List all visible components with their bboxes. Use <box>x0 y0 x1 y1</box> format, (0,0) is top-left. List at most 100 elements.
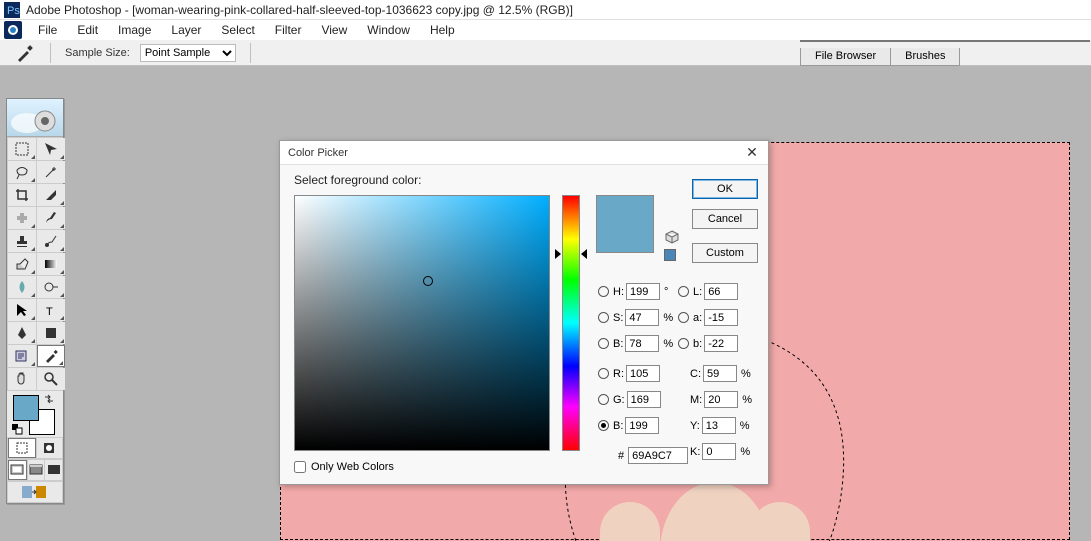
input-g[interactable] <box>627 391 661 408</box>
input-m[interactable] <box>704 391 738 408</box>
label-l: L: <box>693 286 702 298</box>
tool-wand[interactable] <box>37 161 65 183</box>
radio-l[interactable] <box>678 286 689 297</box>
tab-file-browser[interactable]: File Browser <box>800 48 891 66</box>
tool-history-brush[interactable] <box>37 230 65 252</box>
tool-zoom[interactable] <box>37 368 65 390</box>
input-k[interactable] <box>702 443 736 460</box>
tool-eraser[interactable] <box>8 253 36 275</box>
radio-s[interactable] <box>598 312 609 323</box>
tool-slice[interactable] <box>37 184 65 206</box>
input-lab-b[interactable] <box>704 335 738 352</box>
new-color[interactable] <box>597 196 653 224</box>
jump-to-imageready[interactable] <box>8 482 62 502</box>
label-c: C: <box>690 368 701 380</box>
only-web-colors[interactable]: Only Web Colors <box>294 461 394 473</box>
swap-colors-icon[interactable] <box>43 393 55 405</box>
tool-dodge[interactable] <box>37 276 65 298</box>
tool-type[interactable]: T <box>37 299 65 321</box>
radio-a[interactable] <box>678 312 689 323</box>
input-r[interactable] <box>626 365 660 382</box>
menu-view[interactable]: View <box>311 21 357 39</box>
sample-size-label: Sample Size: <box>65 47 130 59</box>
input-b[interactable] <box>625 417 659 434</box>
label-y: Y: <box>690 420 700 432</box>
quickmask-mode[interactable] <box>37 438 63 458</box>
custom-button[interactable]: Custom <box>692 243 758 263</box>
tool-hand[interactable] <box>8 368 36 390</box>
cancel-button[interactable]: Cancel <box>692 209 758 229</box>
dialog-titlebar[interactable]: Color Picker ✕ <box>280 141 768 165</box>
radio-bv[interactable] <box>598 338 609 349</box>
input-c[interactable] <box>703 365 737 382</box>
tool-crop[interactable] <box>8 184 36 206</box>
tool-pen[interactable] <box>8 322 36 344</box>
edit-mode-row <box>7 437 63 459</box>
menu-help[interactable]: Help <box>420 21 465 39</box>
close-icon[interactable]: ✕ <box>744 145 760 161</box>
tool-stamp[interactable] <box>8 230 36 252</box>
tab-brushes[interactable]: Brushes <box>890 48 960 66</box>
menu-layer[interactable]: Layer <box>161 21 211 39</box>
color-picker-dialog: Color Picker ✕ Select foreground color: … <box>279 140 769 485</box>
radio-lab-b[interactable] <box>678 338 689 349</box>
input-hex[interactable] <box>628 447 688 464</box>
tool-blur[interactable] <box>8 276 36 298</box>
input-y[interactable] <box>702 417 736 434</box>
svg-text:T: T <box>46 306 53 318</box>
label-b: B: <box>613 420 623 432</box>
foreground-color-swatch[interactable] <box>13 395 39 421</box>
menu-window[interactable]: Window <box>357 21 420 39</box>
menu-select[interactable]: Select <box>211 21 264 39</box>
separator <box>250 43 251 63</box>
hash-label: # <box>618 450 624 462</box>
old-color[interactable] <box>597 224 653 252</box>
ok-button[interactable]: OK <box>692 179 758 199</box>
tool-move[interactable] <box>37 138 65 160</box>
input-bv[interactable] <box>625 335 659 352</box>
input-s[interactable] <box>625 309 659 326</box>
sample-size-select[interactable]: Point Sample <box>140 44 236 62</box>
screen-fullmenu[interactable] <box>28 460 45 480</box>
standard-mode[interactable] <box>8 438 36 458</box>
websafe-swatch[interactable] <box>664 249 676 261</box>
menu-image[interactable]: Image <box>108 21 161 39</box>
dialog-title-text: Color Picker <box>288 147 348 159</box>
menu-filter[interactable]: Filter <box>265 21 312 39</box>
toolbox-header[interactable] <box>7 99 63 137</box>
radio-h[interactable] <box>598 286 609 297</box>
gamut-warning-icon[interactable] <box>664 229 680 245</box>
menu-file[interactable]: File <box>28 21 67 39</box>
menu-edit[interactable]: Edit <box>67 21 108 39</box>
screen-full[interactable] <box>45 460 62 480</box>
tool-gradient[interactable] <box>37 253 65 275</box>
radio-g[interactable] <box>598 394 609 405</box>
separator <box>50 43 51 63</box>
tool-heal[interactable] <box>8 207 36 229</box>
tool-brush[interactable] <box>37 207 65 229</box>
label-s: S: <box>613 312 623 324</box>
input-h[interactable] <box>626 283 660 300</box>
tool-eyedropper[interactable] <box>37 345 65 367</box>
jump-to-row <box>7 481 63 503</box>
input-a[interactable] <box>704 309 738 326</box>
label-bv: B: <box>613 338 623 350</box>
hue-slider[interactable] <box>562 195 580 451</box>
label-lab-b: b: <box>693 338 702 350</box>
radio-b[interactable] <box>598 420 609 431</box>
tool-path-select[interactable] <box>8 299 36 321</box>
screen-standard[interactable] <box>8 460 27 480</box>
default-colors-icon[interactable] <box>11 423 23 435</box>
window-title: Adobe Photoshop - [woman-wearing-pink-co… <box>26 3 573 17</box>
input-l[interactable] <box>704 283 738 300</box>
tool-shape[interactable] <box>37 322 65 344</box>
eyedropper-icon <box>14 42 36 64</box>
saturation-value-field[interactable] <box>294 195 550 451</box>
hue-arrow-right <box>581 249 587 259</box>
tool-marquee[interactable] <box>8 138 36 160</box>
tool-lasso[interactable] <box>8 161 36 183</box>
radio-r[interactable] <box>598 368 609 379</box>
tool-notes[interactable] <box>8 345 36 367</box>
color-swatches <box>7 391 63 437</box>
only-web-checkbox[interactable] <box>294 461 306 473</box>
